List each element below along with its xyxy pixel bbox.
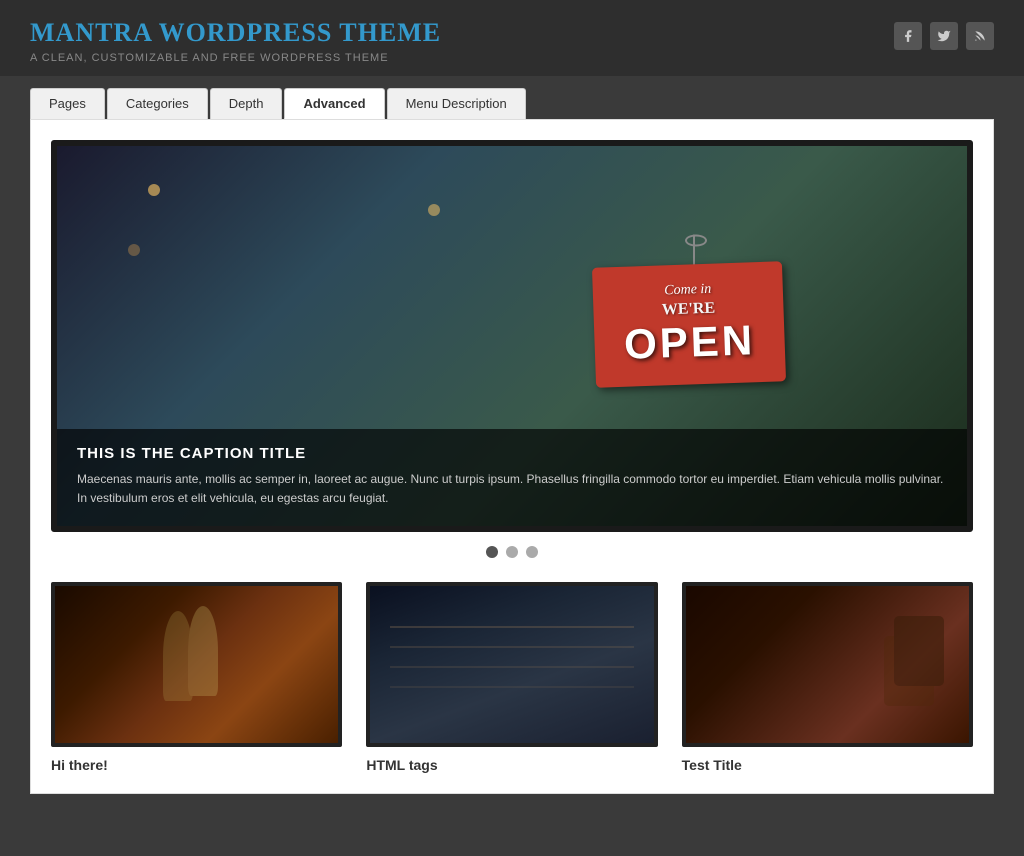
nav-tabs-bar: Pages Categories Depth Advanced Menu Des…	[0, 76, 1024, 119]
sign-were-text: WE'RE	[662, 300, 716, 320]
post-grid: Hi there! HTML tags Test Title	[51, 582, 973, 773]
site-tagline: A Clean, Customizable and Free WordPress…	[30, 52, 441, 64]
site-branding: Mantra WordPress Theme A Clean, Customiz…	[30, 18, 441, 64]
post-title-3[interactable]: Test Title	[682, 757, 973, 773]
post-title-1[interactable]: Hi there!	[51, 757, 342, 773]
post-thumbnail-2	[366, 582, 657, 747]
hero-caption-text: Maecenas mauris ante, mollis ac semper i…	[77, 470, 947, 508]
sign-open-text: OPEN	[623, 316, 756, 369]
twitter-icon[interactable]	[930, 22, 958, 50]
slider-dot-3[interactable]	[526, 546, 538, 558]
post-card-2: HTML tags	[366, 582, 657, 773]
tab-categories[interactable]: Categories	[107, 88, 208, 119]
post-thumbnail-3	[682, 582, 973, 747]
social-icons-group	[894, 22, 994, 50]
site-header: Mantra WordPress Theme A Clean, Customiz…	[0, 0, 1024, 76]
tab-pages[interactable]: Pages	[30, 88, 105, 119]
post-card-3: Test Title	[682, 582, 973, 773]
hero-image: Come in WE'RE OPEN This is the Caption T…	[57, 146, 967, 526]
decorative-lights	[148, 184, 160, 196]
sign-body: Come in WE'RE OPEN	[592, 261, 786, 388]
hero-slider: Come in WE'RE OPEN This is the Caption T…	[51, 140, 973, 532]
post-title-2[interactable]: HTML tags	[366, 757, 657, 773]
tab-depth[interactable]: Depth	[210, 88, 283, 119]
post-thumbnail-1	[51, 582, 342, 747]
facebook-icon[interactable]	[894, 22, 922, 50]
hero-caption: This is the Caption Title Maecenas mauri…	[57, 429, 967, 526]
tab-advanced[interactable]: Advanced	[284, 88, 384, 119]
rss-icon[interactable]	[966, 22, 994, 50]
site-title: Mantra WordPress Theme	[30, 18, 441, 48]
post-card-1: Hi there!	[51, 582, 342, 773]
sign-come-in-text: Come in	[664, 282, 712, 300]
open-sign: Come in WE'RE OPEN	[594, 265, 794, 395]
main-content: Come in WE'RE OPEN This is the Caption T…	[30, 119, 994, 794]
slider-dot-2[interactable]	[506, 546, 518, 558]
slider-dots	[51, 532, 973, 564]
tab-menu-description[interactable]: Menu Description	[387, 88, 526, 119]
hero-caption-title: This is the Caption Title	[77, 445, 947, 462]
slider-dot-1[interactable]	[486, 546, 498, 558]
